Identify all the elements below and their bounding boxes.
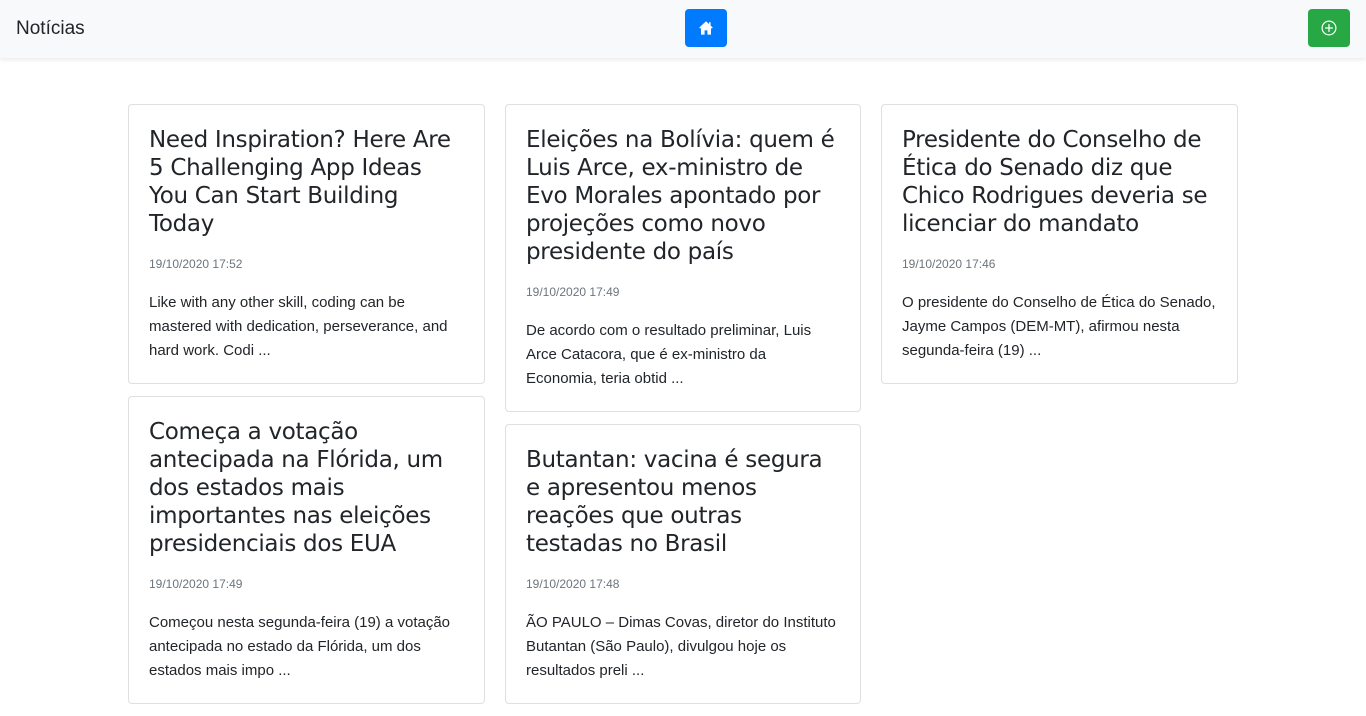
news-date: 19/10/2020 17:46: [902, 257, 996, 271]
home-button[interactable]: [685, 9, 727, 47]
news-title: Butantan: vacina é segura e apresentou m…: [526, 447, 823, 557]
news-date: 19/10/2020 17:49: [526, 285, 620, 299]
news-title: Eleições na Bolívia: quem é Luis Arce, e…: [526, 127, 835, 265]
news-excerpt: Like with any other skill, coding can be…: [149, 294, 448, 359]
news-card[interactable]: Butantan: vacina é segura e apresentou m…: [505, 424, 861, 704]
news-title: Presidente do Conselho de Ética do Senad…: [902, 127, 1208, 237]
news-column-3: Presidente do Conselho de Ética do Senad…: [881, 104, 1238, 396]
news-excerpt: ÃO PAULO – Dimas Covas, diretor do Insti…: [526, 614, 836, 679]
news-card[interactable]: Need Inspiration? Here Are 5 Challenging…: [128, 104, 485, 384]
add-news-button[interactable]: [1308, 9, 1350, 47]
news-card[interactable]: Eleições na Bolívia: quem é Luis Arce, e…: [505, 104, 861, 412]
news-card[interactable]: Começa a votação antecipada na Flórida, …: [128, 396, 485, 704]
news-excerpt: O presidente do Conselho de Ética do Sen…: [902, 294, 1216, 359]
plus-circle-icon: [1321, 20, 1337, 36]
news-card[interactable]: Presidente do Conselho de Ética do Senad…: [881, 104, 1238, 384]
news-column-1: Need Inspiration? Here Are 5 Challenging…: [128, 104, 485, 716]
news-date: 19/10/2020 17:48: [526, 577, 620, 591]
news-date: 19/10/2020 17:52: [149, 257, 243, 271]
news-date: 19/10/2020 17:49: [149, 577, 243, 591]
house-icon: [698, 20, 714, 36]
brand-link[interactable]: Notícias: [16, 17, 85, 41]
top-navbar: Notícias: [0, 0, 1366, 58]
news-excerpt: De acordo com o resultado preliminar, Lu…: [526, 322, 812, 387]
news-title: Começa a votação antecipada na Flórida, …: [149, 419, 443, 557]
news-excerpt: Começou nesta segunda-feira (19) a votaç…: [149, 614, 451, 679]
news-column-2: Eleições na Bolívia: quem é Luis Arce, e…: [505, 104, 861, 716]
news-title: Need Inspiration? Here Are 5 Challenging…: [149, 127, 451, 237]
